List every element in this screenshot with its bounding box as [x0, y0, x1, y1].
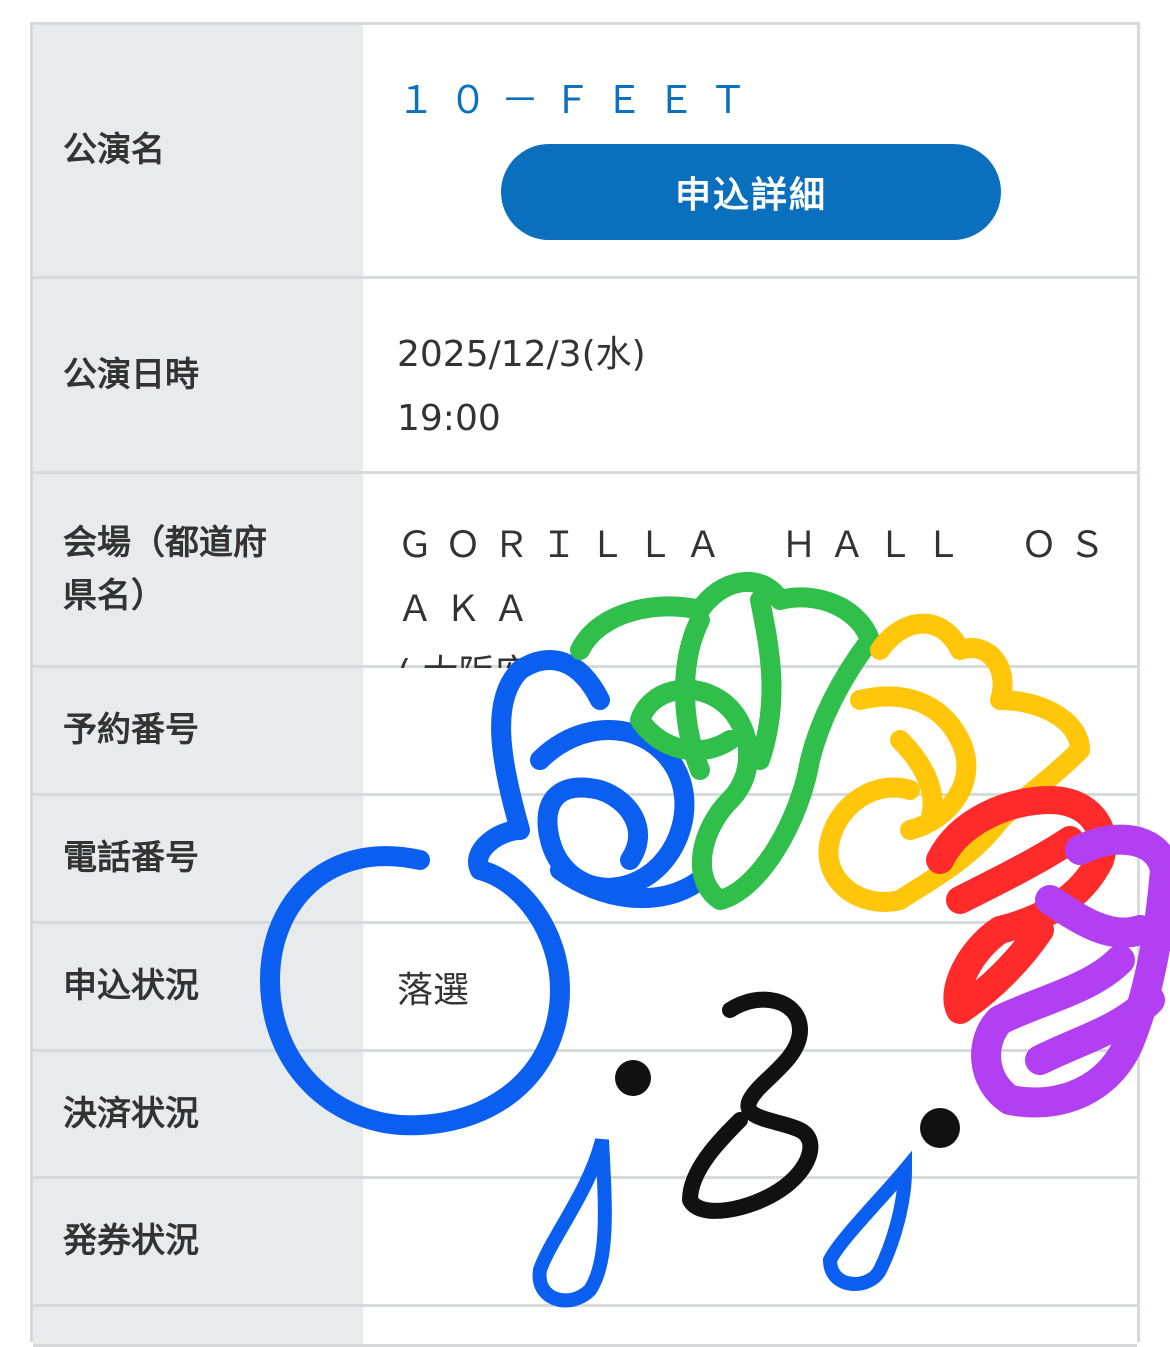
reservation-number-value — [363, 668, 1137, 793]
row-payment-status: 決済状況 — [33, 1052, 1137, 1179]
application-status-value: 落選 — [363, 924, 1137, 1049]
performance-time: 19:00 — [397, 398, 501, 439]
label-performance-name: 公演名 — [33, 25, 363, 276]
label-datetime: 公演日時 — [33, 279, 363, 471]
cell-venue: ＧＯＲＩＬＬＡ ＨＡＬＬ ＯＳＡＫＡ ( 大阪府 ) — [363, 474, 1137, 694]
venue-name: ＧＯＲＩＬＬＡ ＨＡＬＬ ＯＳＡＫＡ — [397, 525, 1118, 630]
application-detail-button[interactable]: 申込詳細 — [501, 144, 1001, 240]
row-phone-number: 電話番号 — [33, 796, 1137, 924]
cell-next-partial — [363, 1307, 1137, 1344]
ticket-status-value — [363, 1179, 1137, 1304]
label-phone-number: 電話番号 — [33, 796, 363, 921]
label-venue-line2: 県名） — [63, 575, 165, 616]
label-next-partial — [33, 1307, 363, 1344]
label-venue-line1: 会場（都道府 — [63, 522, 267, 563]
row-application-status: 申込状況 落選 — [33, 924, 1137, 1052]
performance-date: 2025/12/3(水) — [397, 334, 646, 375]
label-ticket-status: 発券状況 — [33, 1179, 363, 1304]
phone-number-value — [363, 796, 1137, 921]
label-venue: 会場（都道府 県名） — [33, 474, 363, 665]
payment-status-value — [363, 1052, 1137, 1176]
row-reservation-number: 予約番号 — [33, 668, 1137, 796]
row-ticket-status: 発券状況 — [33, 1179, 1137, 1307]
row-venue: 会場（都道府 県名） ＧＯＲＩＬＬＡ ＨＡＬＬ ＯＳＡＫＡ ( 大阪府 ) — [33, 474, 1137, 694]
cell-datetime: 2025/12/3(水) 19:00 — [363, 279, 1137, 471]
row-datetime: 公演日時 2025/12/3(水) 19:00 — [33, 279, 1137, 474]
row-performance-name: 公演名 １０－ＦＥＥＴ 申込詳細 — [33, 25, 1137, 279]
performance-title: １０－ＦＥＥＴ — [397, 78, 762, 122]
row-next-partial — [33, 1307, 1137, 1347]
ticket-info-table: 公演名 １０－ＦＥＥＴ 申込詳細 公演日時 2025/12/3(水) 19:00… — [30, 22, 1140, 1347]
label-reservation-number: 予約番号 — [33, 668, 363, 793]
cell-performance-name: １０－ＦＥＥＴ 申込詳細 — [363, 25, 1137, 276]
label-payment-status: 決済状況 — [33, 1052, 363, 1176]
label-application-status: 申込状況 — [33, 924, 363, 1049]
